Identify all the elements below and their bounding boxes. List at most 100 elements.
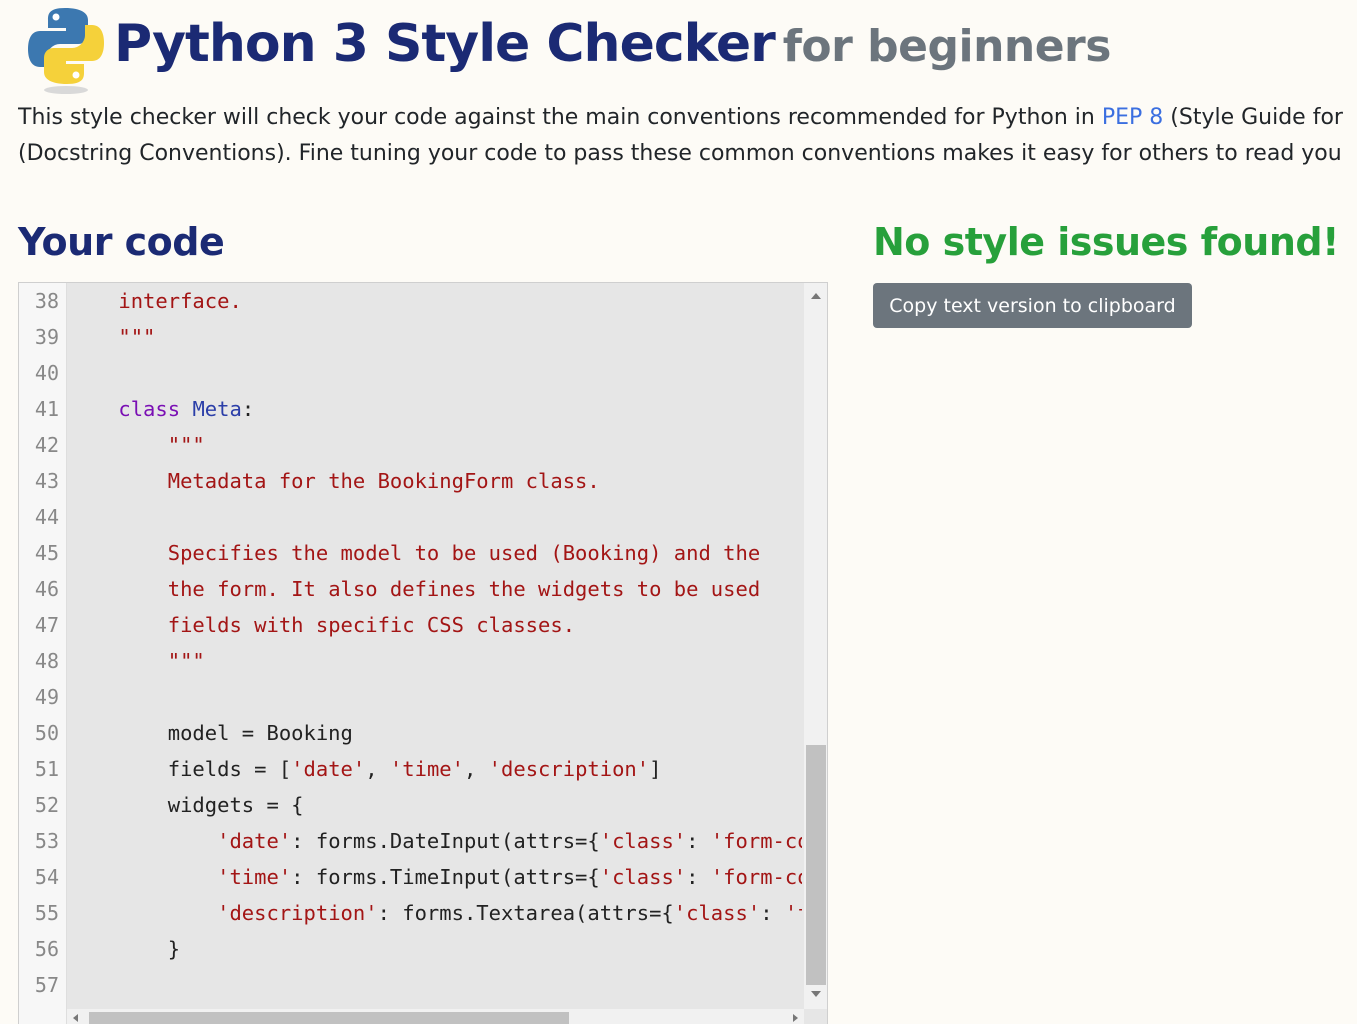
horizontal-scrollbar[interactable] [67, 1009, 804, 1024]
intro-line-1-end: (Style Guide for [1163, 105, 1343, 130]
code-token: , [463, 757, 489, 781]
line-number: 49 [34, 685, 59, 709]
code-line: fields = ['date', 'time', 'description'] [69, 751, 662, 787]
code-token: 'form-control' [784, 901, 802, 925]
intro-line-2: (Docstring Conventions). Fine tuning you… [18, 141, 1342, 166]
code-line: 'description': forms.Textarea(attrs={'cl… [69, 895, 802, 931]
code-token: : [241, 397, 255, 421]
code-token: 'description' [488, 757, 650, 781]
code-text-area[interactable]: interface. """ class Meta: """ Metadata … [69, 283, 802, 1009]
line-number: 39 [34, 325, 59, 349]
code-token: 'description' [217, 901, 378, 925]
line-number: 44 [34, 505, 59, 529]
page-title: Python 3 Style Checker for beginners [114, 14, 1111, 74]
results-heading: No style issues found! [873, 220, 1339, 264]
code-line: model = Booking [69, 715, 353, 751]
code-line: the form. It also defines the widgets to… [69, 571, 760, 607]
line-number: 47 [34, 613, 59, 637]
code-line: } [69, 931, 180, 967]
code-token: , [365, 757, 390, 781]
vertical-scrollbar[interactable] [804, 283, 827, 1009]
line-number: 53 [34, 829, 59, 853]
line-number: 43 [34, 469, 59, 493]
code-token: 'form-control' [710, 829, 802, 853]
line-number: 50 [34, 721, 59, 745]
scroll-down-icon[interactable] [811, 991, 821, 997]
code-line: class Meta: [69, 391, 254, 427]
line-number: 56 [34, 937, 59, 961]
code-token: the form. It also defines the widgets to… [167, 577, 761, 601]
code-line: """ [69, 319, 155, 355]
line-number: 54 [34, 865, 59, 889]
intro-line-1: This style checker will check your code … [18, 100, 1357, 136]
scroll-up-icon[interactable] [811, 293, 821, 299]
code-token: """ [167, 433, 205, 457]
code-token: Specifies the model to be used (Booking)… [167, 541, 761, 565]
code-editor[interactable]: 38 39 40 41 42 43 44 45 46 47 48 49 50 51 52 53 54 55 56 57… [18, 282, 828, 1024]
pep8-link[interactable]: PEP 8 [1102, 105, 1163, 130]
vertical-scroll-thumb[interactable] [806, 745, 826, 985]
code-token: : forms.Textarea(attrs={ [377, 901, 674, 925]
code-token: : [760, 901, 785, 925]
line-number-gutter: 38 39 40 41 42 43 44 45 46 47 48 49 50 51 52 53 54 55 56 57 [19, 283, 67, 1024]
horizontal-scroll-thumb[interactable] [89, 1012, 569, 1024]
code-token: : [686, 829, 711, 853]
line-number: 55 [34, 901, 59, 925]
code-line: fields with specific CSS classes. [69, 607, 575, 643]
code-line: Metadata for the BookingForm class. [69, 463, 600, 499]
line-number: 42 [34, 433, 59, 457]
copy-to-clipboard-button[interactable]: Copy text version to clipboard [873, 283, 1192, 328]
code-token: """ [118, 325, 156, 349]
intro-text: This style checker will check your code … [18, 100, 1357, 174]
code-token: widgets = { [69, 793, 304, 817]
code-token: 'class' [599, 829, 687, 853]
code-line: interface. [69, 283, 241, 319]
line-number: 46 [34, 577, 59, 601]
code-line: Specifies the model to be used (Booking)… [69, 535, 760, 571]
title-main: Python 3 Style Checker [114, 14, 776, 74]
code-token: } [69, 937, 181, 961]
code-token: 'time' [389, 757, 464, 781]
code-token: fields = [ [69, 757, 292, 781]
code-token: model = Booking [69, 721, 353, 745]
code-token: : [686, 865, 711, 889]
code-token: 'time' [217, 865, 292, 889]
line-number: 51 [34, 757, 59, 781]
scroll-right-icon[interactable] [793, 1014, 798, 1022]
line-number: 57 [34, 973, 59, 997]
line-number: 48 [34, 649, 59, 673]
code-line: 'time': forms.TimeInput(attrs={'class': … [69, 859, 802, 895]
scroll-left-icon[interactable] [73, 1014, 78, 1022]
code-token: class [118, 397, 181, 421]
code-token: 'date' [217, 829, 292, 853]
code-token: 'class' [673, 901, 761, 925]
code-token: : forms.TimeInput(attrs={ [291, 865, 600, 889]
code-token: 'date' [291, 757, 366, 781]
code-token: """ [167, 649, 205, 673]
code-token: Metadata for the BookingForm class. [167, 469, 600, 493]
intro-line-1-start: This style checker will check your code … [18, 105, 1102, 130]
python-logo-icon [28, 8, 104, 94]
code-line: """ [69, 427, 205, 463]
code-line: 'date': forms.DateInput(attrs={'class': … [69, 823, 802, 859]
code-token: : forms.DateInput(attrs={ [291, 829, 600, 853]
code-token: ] [649, 757, 662, 781]
line-number: 41 [34, 397, 59, 421]
title-subtitle: for beginners [782, 21, 1112, 72]
line-number: 52 [34, 793, 59, 817]
code-line: """ [69, 643, 205, 679]
code-token: Meta [192, 397, 242, 421]
code-token: fields with specific CSS classes. [167, 613, 576, 637]
line-number: 45 [34, 541, 59, 565]
